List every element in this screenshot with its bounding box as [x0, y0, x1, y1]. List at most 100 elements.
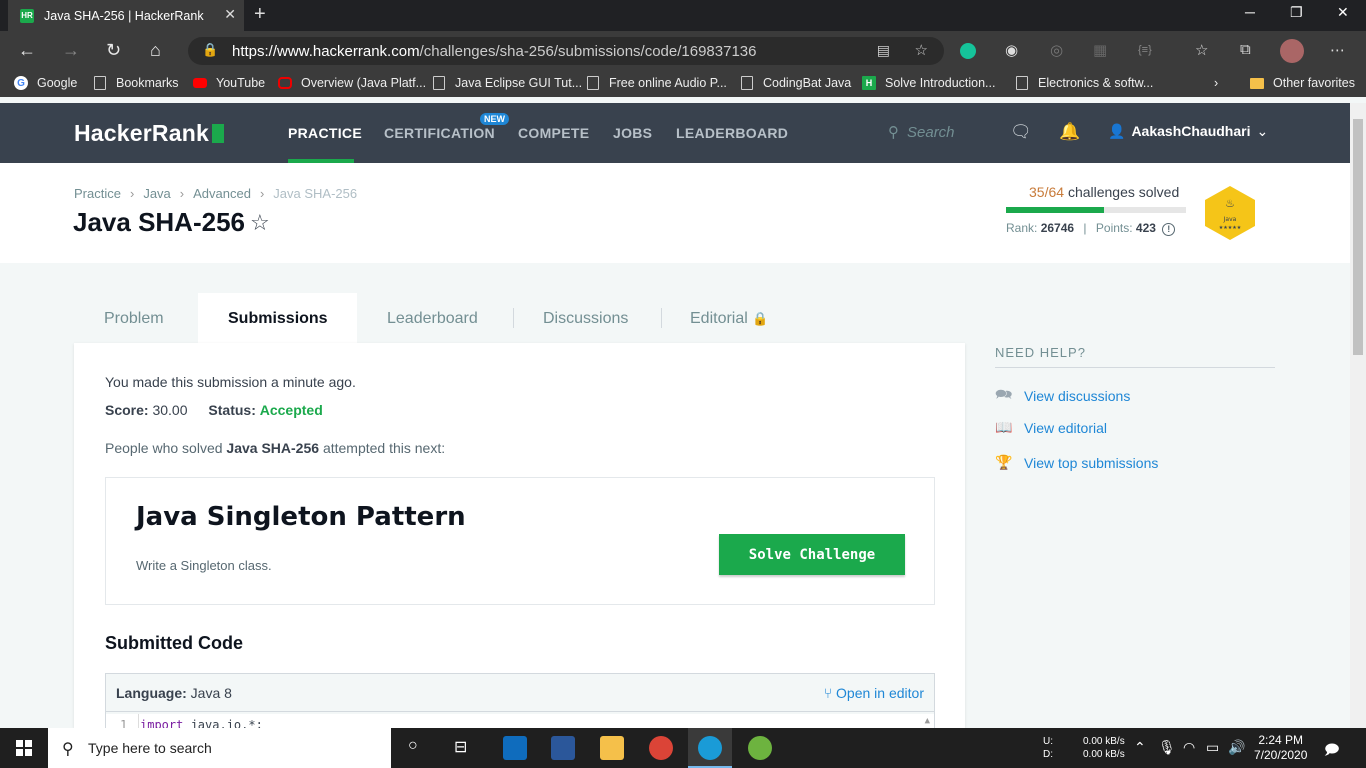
more-icon[interactable]: ⋯ — [1330, 41, 1345, 59]
view-editorial-link[interactable]: 📖 View editorial — [995, 419, 1107, 436]
address-bar[interactable]: 🔒 https://www.hackerrank.com/challenges/… — [188, 37, 944, 65]
user-icon: 👤 — [1108, 123, 1126, 139]
book-icon: 📖 — [995, 419, 1013, 435]
refresh-icon[interactable]: ↻ — [106, 40, 121, 61]
java-badge-icon[interactable]: ♨ Java ★★★★★ — [1204, 185, 1256, 241]
intro-prefix: People who solved — [105, 440, 223, 456]
submitted-code-heading: Submitted Code — [105, 633, 243, 653]
tab-submissions[interactable]: Submissions — [198, 293, 357, 343]
bookmark-item[interactable]: Bookmarks — [94, 76, 179, 90]
url-host: https://www.hackerrank.com — [232, 42, 420, 60]
mail-app-icon[interactable] — [503, 736, 527, 760]
microphone-icon[interactable]: 🎙 — [1158, 739, 1176, 756]
favorites-icon[interactable]: ☆ — [1195, 41, 1208, 59]
page-icon — [587, 76, 599, 90]
forward-icon[interactable]: → — [62, 40, 80, 61]
read-aloud-icon[interactable]: ▤ — [877, 42, 890, 59]
bookmark-item[interactable]: Electronics & softw... — [1016, 76, 1153, 90]
nav-compete[interactable]: COMPETE — [518, 125, 589, 141]
volume-icon[interactable]: 🔊 — [1228, 739, 1245, 756]
bookmark-item[interactable]: CodingBat Java — [741, 76, 851, 90]
extension-icon[interactable]: ◎ — [1050, 41, 1063, 59]
bookmark-item[interactable]: Java Eclipse GUI Tut... — [433, 76, 582, 90]
chrome-icon[interactable] — [649, 736, 673, 760]
close-tab-icon[interactable]: ✕ — [224, 6, 236, 23]
extension-icon[interactable]: {≡} — [1138, 44, 1152, 56]
spring-tool-icon[interactable] — [748, 736, 772, 760]
edge-icon — [698, 736, 722, 760]
close-window-icon[interactable]: ✕ — [1337, 4, 1349, 21]
notifications-icon[interactable]: 🗩 — [1324, 739, 1340, 763]
hackerrank-logo[interactable]: HackerRank — [74, 120, 224, 147]
windows-start-icon[interactable] — [16, 740, 32, 756]
user-menu[interactable]: 👤 AakashChaudhari ⌄ — [1108, 123, 1268, 140]
notifications-bell-icon[interactable]: 🔔 — [1059, 122, 1080, 142]
page-scrollbar[interactable] — [1350, 103, 1366, 728]
taskbar-search-input[interactable]: ⚲ Type here to search — [48, 728, 391, 768]
view-discussions-link[interactable]: 🗪 View discussions — [995, 384, 1130, 408]
home-icon[interactable]: ⌂ — [150, 40, 161, 61]
nav-practice[interactable]: PRACTICE — [288, 125, 362, 141]
profile-avatar[interactable] — [1280, 39, 1304, 63]
bookmark-item[interactable]: G Google — [14, 76, 77, 90]
logo-text: HackerRank — [74, 120, 209, 146]
search-icon: ⚲ — [62, 741, 74, 758]
extension-icon[interactable]: ▦ — [1093, 41, 1107, 59]
cortana-icon[interactable]: ○ — [408, 737, 418, 755]
favorite-star-icon[interactable]: ☆ — [915, 41, 928, 59]
messages-icon[interactable]: 🗨 — [1010, 122, 1032, 142]
view-top-submissions-link[interactable]: 🏆 View top submissions — [995, 454, 1158, 471]
bookmark-item[interactable]: Free online Audio P... — [587, 76, 727, 90]
lock-icon: 🔒 — [752, 311, 769, 326]
bookmark-item[interactable]: Overview (Java Platf... — [278, 76, 426, 90]
browser-tab[interactable]: HR Java SHA-256 | HackerRank ✕ — [8, 0, 244, 31]
bookmark-label: Google — [37, 76, 78, 90]
collections-icon[interactable]: ⧉ — [1240, 41, 1251, 58]
discussion-icon: 🗪 — [995, 386, 1013, 402]
back-icon[interactable]: ← — [18, 40, 36, 61]
wifi-icon[interactable]: ◠ — [1183, 739, 1195, 756]
task-view-icon[interactable]: ⊟ — [454, 737, 467, 757]
scrollbar-thumb[interactable] — [1353, 119, 1363, 355]
tab-problem[interactable]: Problem — [104, 310, 164, 328]
info-icon[interactable]: ! — [1162, 223, 1176, 236]
restore-icon[interactable]: ❐ — [1290, 4, 1303, 21]
net-down-value: 0.00 kB/s — [1083, 749, 1125, 760]
tab-discussions[interactable]: Discussions — [543, 310, 628, 328]
nav-certification[interactable]: CERTIFICATION — [384, 125, 495, 141]
rank-points: Rank: 26746 | Points: 423 ! — [1006, 221, 1176, 236]
clock[interactable]: 2:24 PM 7/20/2020 — [1254, 733, 1307, 763]
scroll-up-icon[interactable]: ▲ — [925, 716, 930, 726]
nav-leaderboard[interactable]: LEADERBOARD — [676, 125, 788, 141]
oracle-icon — [278, 77, 292, 89]
file-explorer-icon[interactable] — [600, 736, 624, 760]
word-app-icon[interactable] — [551, 736, 575, 760]
next-challenge-title[interactable]: Java Singleton Pattern — [136, 502, 466, 532]
new-tab-icon[interactable]: + — [254, 3, 266, 26]
search-input[interactable]: ⚲ Search — [888, 123, 955, 141]
edge-app-active[interactable] — [688, 728, 732, 768]
taskbar-search-placeholder: Type here to search — [88, 740, 212, 756]
grammarly-icon[interactable] — [960, 43, 976, 59]
breadcrumb-practice[interactable]: Practice — [74, 186, 121, 201]
bookmark-item[interactable]: YouTube — [193, 76, 265, 90]
chevron-up-icon[interactable]: ⌃ — [1134, 739, 1146, 756]
battery-icon[interactable]: ▭ — [1206, 739, 1219, 756]
other-favorites[interactable]: Other favorites — [1250, 76, 1355, 90]
extension-icon[interactable]: ◉ — [1005, 41, 1018, 59]
rank-label: Rank: — [1006, 221, 1038, 235]
tab-editorial[interactable]: Editorial 🔒 — [690, 310, 768, 328]
minimize-icon[interactable]: ─ — [1245, 4, 1255, 20]
solve-challenge-button[interactable]: Solve Challenge — [719, 534, 905, 575]
bookmark-item[interactable]: H Solve Introduction... — [862, 76, 995, 90]
breadcrumb-java[interactable]: Java — [143, 186, 170, 201]
breadcrumb-advanced[interactable]: Advanced — [193, 186, 251, 201]
open-in-editor-link[interactable]: ⑂ Open in editor — [824, 685, 924, 701]
bookmarks-bar: G Google Bookmarks YouTube Overview (Java… — [0, 71, 1366, 97]
need-help-panel: NEED HELP? 🗪 View discussions 📖 View edito… — [995, 345, 1275, 471]
bookmark-label: Solve Introduction... — [885, 76, 996, 90]
nav-jobs[interactable]: JOBS — [613, 125, 652, 141]
bookmark-star-icon[interactable]: ☆ — [250, 210, 270, 236]
tab-leaderboard[interactable]: Leaderboard — [387, 310, 478, 328]
chevron-right-icon[interactable]: › — [1214, 76, 1218, 90]
